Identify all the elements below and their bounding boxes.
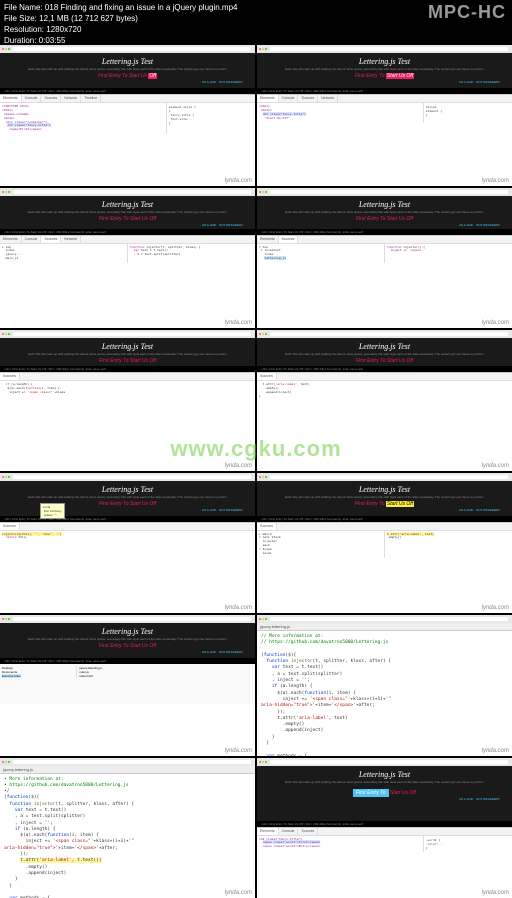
debug-tooltip: Local this: h2.fancy splitter: ""	[40, 503, 65, 519]
thumb-2[interactable]: Lettering.js Test Each title will mark u…	[257, 45, 512, 186]
page-title: Lettering.js Test	[6, 57, 249, 66]
finder-panel[interactable]: DesktopDocumentsExercise Files jquery.le…	[0, 664, 255, 704]
lynda-watermark: lynda.com	[225, 178, 252, 184]
tab-console[interactable]: Console	[22, 95, 42, 102]
code-editor[interactable]: // More information at: // https://githu…	[257, 631, 512, 756]
thumb-12[interactable]: Lettering.js Test Each title will mark u…	[257, 758, 512, 898]
thumb-4[interactable]: Lettering.js Test Each title will mark u…	[257, 188, 512, 329]
thumb-8[interactable]: Lettering.js Test Each title will mark u…	[257, 473, 512, 614]
thumb-9[interactable]: Lettering.js Test Each title will mark u…	[0, 615, 255, 756]
tab-network[interactable]: Network	[61, 95, 81, 102]
thumb-11[interactable]: jquery.lettering.js • More information a…	[0, 758, 255, 898]
browser-chrome	[0, 45, 255, 53]
thumb-3[interactable]: Lettering.js Test Each title will mark u…	[0, 188, 255, 329]
tab-elements[interactable]: Elements	[0, 95, 22, 102]
tab-sources[interactable]: Sources	[41, 95, 61, 102]
thumb-5[interactable]: Lettering.js Test Each title will mark u…	[0, 330, 255, 471]
sources-code[interactable]: function injector(t, splitter, klass) { …	[128, 244, 255, 264]
player-logo: MPC-HC	[428, 2, 506, 23]
devtools-panel[interactable]: Elements Console Sources Network Timelin…	[0, 94, 255, 134]
thumbnail-grid: Lettering.js Test Each title will mark u…	[0, 0, 512, 898]
styles-pane[interactable]: element.style {}.fancy-title { font-size…	[166, 103, 255, 134]
code-editor[interactable]: • More information at: • https://github.…	[0, 774, 255, 898]
thumb-6[interactable]: Lettering.js Test Each title will mark u…	[257, 330, 512, 471]
editor-tab[interactable]: jquery.lettering.js	[257, 623, 512, 631]
thumb-7[interactable]: Lettering.js Test Each title will mark u…	[0, 473, 255, 614]
elements-tree[interactable]: <!DOCTYPE html><html> <head>…</head> <bo…	[0, 103, 166, 134]
thumb-1[interactable]: Lettering.js Test Each title will mark u…	[0, 45, 255, 186]
thumb-10[interactable]: jquery.lettering.js // More information …	[257, 615, 512, 756]
cta-heading: First Entry To Start Us Off	[6, 73, 249, 79]
tab-timeline[interactable]: Timeline	[81, 95, 101, 102]
